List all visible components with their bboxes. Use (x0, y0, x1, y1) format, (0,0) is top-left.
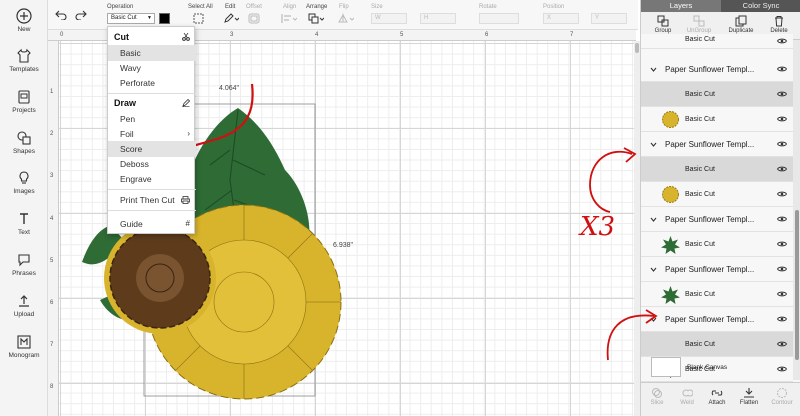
scrollbar-thumb[interactable] (795, 210, 799, 360)
tab-color-sync[interactable]: Color Sync (721, 0, 800, 12)
hash-icon: # (185, 219, 190, 228)
delete-button[interactable]: Delete (761, 15, 797, 34)
group-icon (657, 15, 669, 27)
chevron-down-icon (650, 142, 657, 147)
menu-item-engrave[interactable]: Engrave (108, 171, 196, 187)
layer-group[interactable]: Paper Sunflower Templ... (641, 307, 793, 332)
chevron-down-icon (650, 217, 657, 222)
menu-item-score[interactable]: Score (108, 141, 196, 157)
weld-button[interactable]: Weld (671, 387, 703, 406)
layer-group[interactable]: Paper Sunflower Templ... (641, 207, 793, 232)
blank-canvas-label: Blank Canvas (687, 364, 728, 371)
layer-row[interactable]: Basic Cut (641, 34, 793, 49)
sunflower-thumbnail (662, 186, 679, 203)
blank-canvas-swatch[interactable] (651, 357, 681, 377)
printer-icon (181, 196, 190, 204)
layer-row[interactable]: Basic Cut (641, 332, 793, 357)
pen-icon (182, 99, 190, 107)
ungroup-icon (693, 15, 705, 27)
scissors-icon (182, 33, 190, 41)
menu-item-perforate[interactable]: Perforate (108, 75, 196, 91)
menu-divider (108, 210, 196, 211)
eye-icon[interactable] (777, 65, 787, 73)
height-dimension: 6.938" (333, 242, 354, 249)
menu-header-cut: Cut (108, 29, 196, 45)
layers-panel: Layers Color Sync Group UnGroup Duplicat… (640, 0, 800, 416)
layer-row[interactable]: Basic Cut (641, 107, 793, 132)
chevron-down-icon (650, 67, 657, 72)
brown-sunflower (104, 222, 216, 334)
layer-bottom-actions: Slice Weld Attach Flatten Contour (641, 382, 800, 416)
eye-icon[interactable] (777, 265, 787, 273)
blank-canvas-row[interactable]: Blank Canvas (641, 355, 793, 381)
layer-thumbnail (661, 85, 680, 104)
eye-icon[interactable] (777, 240, 787, 248)
chevron-down-icon (650, 317, 657, 322)
attach-button[interactable]: Attach (701, 387, 733, 406)
operation-menu: Cut Basic Wavy Perforate Draw Pen Foil ›… (107, 26, 196, 234)
flatten-icon (744, 388, 754, 398)
green-star-thumbnail (661, 236, 680, 254)
layer-thumbnail (661, 335, 680, 354)
weld-icon (682, 389, 693, 397)
slice-icon (652, 388, 662, 398)
eye-icon[interactable] (777, 90, 787, 98)
layers-list: Basic Cut Paper Sunflower Templ... Basic… (641, 34, 793, 382)
layer-row[interactable]: Basic Cut (641, 157, 793, 182)
layer-row[interactable]: Basic Cut (641, 282, 793, 307)
contour-icon (777, 388, 787, 398)
menu-item-print-then-cut[interactable]: Print Then Cut (108, 192, 196, 208)
eye-icon[interactable] (777, 115, 787, 123)
green-star-thumbnail (661, 286, 680, 304)
menu-item-pen[interactable]: Pen (108, 111, 196, 127)
sunflower-artwork[interactable] (0, 0, 640, 416)
eye-icon[interactable] (777, 190, 787, 198)
layer-row[interactable]: Basic Cut (641, 182, 793, 207)
duplicate-button[interactable]: Duplicate (723, 15, 759, 34)
contour-button[interactable]: Contour (765, 387, 799, 406)
menu-header-draw: Draw (108, 95, 196, 111)
layer-row[interactable]: Basic Cut (641, 82, 793, 107)
eye-icon[interactable] (777, 140, 787, 148)
handwritten-x3: X3 (580, 212, 616, 242)
menu-item-basic[interactable]: Basic (108, 45, 196, 61)
eye-icon[interactable] (777, 340, 787, 348)
attach-icon (711, 390, 723, 396)
chevron-right-icon: › (187, 129, 190, 138)
menu-divider (108, 93, 196, 94)
eye-icon[interactable] (777, 37, 787, 45)
eye-icon[interactable] (777, 215, 787, 223)
flatten-button[interactable]: Flatten (733, 387, 765, 406)
layer-row[interactable]: Basic Cut (641, 232, 793, 257)
menu-item-deboss[interactable]: Deboss (108, 156, 196, 172)
menu-item-guide[interactable]: Guide # (108, 216, 196, 232)
layers-scrollbar[interactable] (793, 40, 800, 380)
menu-item-foil[interactable]: Foil › (108, 126, 196, 142)
width-dimension: 4.064" (219, 85, 240, 92)
group-button[interactable]: Group (645, 15, 681, 34)
layer-group[interactable]: Paper Sunflower Templ... (641, 132, 793, 157)
tab-layers[interactable]: Layers (641, 0, 721, 12)
trash-icon (775, 16, 783, 27)
chevron-down-icon (650, 267, 657, 272)
menu-item-wavy[interactable]: Wavy (108, 60, 196, 76)
layer-group[interactable]: Paper Sunflower Templ... (641, 57, 793, 82)
eye-icon[interactable] (777, 315, 787, 323)
ungroup-button[interactable]: UnGroup (681, 15, 717, 34)
eye-icon[interactable] (777, 290, 787, 298)
menu-divider (108, 189, 196, 190)
eye-icon[interactable] (777, 165, 787, 173)
panel-tabs: Layers Color Sync (641, 0, 800, 12)
sunflower-thumbnail (662, 111, 679, 128)
layer-thumbnail (661, 160, 680, 179)
layer-group[interactable]: Paper Sunflower Templ... (641, 257, 793, 282)
slice-button[interactable]: Slice (641, 387, 673, 406)
duplicate-icon (735, 15, 747, 27)
